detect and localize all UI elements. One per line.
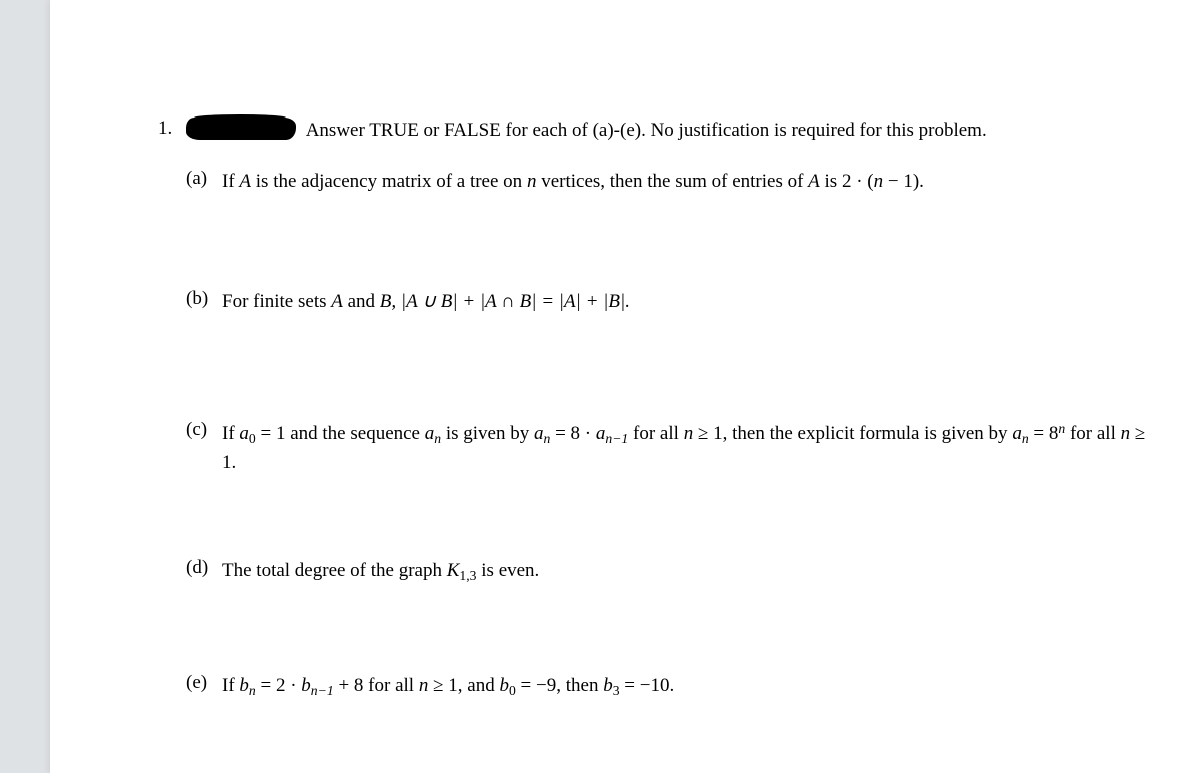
sub: 0 <box>509 683 516 698</box>
subpart-c: (c) If a0 = 1 and the sequence an is giv… <box>186 419 1152 477</box>
var-n: n <box>527 171 537 192</box>
problem-1: 1. Answer TRUE or FALSE for each of (a)-… <box>158 118 1152 142</box>
subpart-label-e: (e) <box>186 672 222 694</box>
subpart-text-d: The total degree of the graph K1,3 is ev… <box>222 557 1152 586</box>
var-A: A <box>331 291 343 312</box>
subparts-list: (a) If A is the adjacency matrix of a tr… <box>186 168 1152 701</box>
text: If <box>222 423 239 444</box>
var-B: B <box>380 291 392 312</box>
var-n: n <box>419 675 429 696</box>
subpart-a: (a) If A is the adjacency matrix of a tr… <box>186 168 1152 196</box>
subpart-label-b: (b) <box>186 288 222 310</box>
text: If <box>222 675 239 696</box>
text: = −9, then <box>516 675 603 696</box>
sub: n−1 <box>605 431 628 446</box>
sub: 0 <box>249 431 256 446</box>
sub: 1,3 <box>459 568 476 583</box>
sub: n <box>1022 431 1029 446</box>
text: + 8 for all <box>334 675 419 696</box>
sub: 3 <box>613 683 620 698</box>
text: If <box>222 171 239 192</box>
text: vertices, then the sum of entries of <box>536 171 808 192</box>
sub: n−1 <box>311 683 334 698</box>
var-a: a <box>239 423 249 444</box>
text: ≥ 1, and <box>428 675 499 696</box>
text: − 1). <box>883 171 924 192</box>
text: = 8 · <box>550 423 596 444</box>
text: For finite sets <box>222 291 331 312</box>
text: The total degree of the graph <box>222 560 447 581</box>
var-b: b <box>603 675 613 696</box>
text: = 1 and the sequence <box>256 423 425 444</box>
problem-number: 1. <box>158 118 186 140</box>
formula: , |A ∪ B| + |A ∩ B| = |A| + |B|. <box>391 291 630 312</box>
var-b: b <box>301 675 311 696</box>
subpart-text-c: If a0 = 1 and the sequence an is given b… <box>222 419 1152 477</box>
subpart-text-a: If A is the adjacency matrix of a tree o… <box>222 168 1152 196</box>
text: ≥ 1, then the explicit formula is given … <box>693 423 1012 444</box>
var-a: a <box>1012 423 1022 444</box>
intro-text: Answer TRUE or FALSE for each of (a)-(e)… <box>302 120 987 141</box>
text: is 2 · ( <box>820 171 874 192</box>
subpart-label-a: (a) <box>186 168 222 190</box>
sub: n <box>249 683 256 698</box>
text: = 2 · <box>256 675 302 696</box>
subpart-label-c: (c) <box>186 419 222 441</box>
var-b: b <box>499 675 509 696</box>
subpart-text-b: For finite sets A and B, |A ∪ B| + |A ∩ … <box>222 288 1152 316</box>
var-n: n <box>874 171 884 192</box>
problem-intro: Answer TRUE or FALSE for each of (a)-(e)… <box>186 118 1152 142</box>
var-n: n <box>684 423 694 444</box>
text: = −10. <box>620 675 675 696</box>
text: is the adjacency matrix of a tree on <box>251 171 527 192</box>
var-A: A <box>808 171 820 192</box>
subpart-d: (d) The total degree of the graph K1,3 i… <box>186 557 1152 586</box>
text: = 8 <box>1029 423 1059 444</box>
var-a: a <box>425 423 435 444</box>
var-a: a <box>596 423 606 444</box>
redaction-mark <box>186 118 296 140</box>
var-b: b <box>239 675 249 696</box>
text: is even. <box>477 560 540 581</box>
text: for all <box>1065 423 1120 444</box>
text: for all <box>628 423 683 444</box>
subpart-e: (e) If bn = 2 · bn−1 + 8 for all n ≥ 1, … <box>186 672 1152 701</box>
subpart-text-e: If bn = 2 · bn−1 + 8 for all n ≥ 1, and … <box>222 672 1152 701</box>
var-n: n <box>1121 423 1131 444</box>
subpart-label-d: (d) <box>186 557 222 579</box>
document-page: 1. Answer TRUE or FALSE for each of (a)-… <box>50 0 1200 773</box>
var-A: A <box>239 171 251 192</box>
subpart-b: (b) For finite sets A and B, |A ∪ B| + |… <box>186 288 1152 316</box>
text: and <box>343 291 380 312</box>
text: is given by <box>441 423 534 444</box>
var-K: K <box>447 560 460 581</box>
